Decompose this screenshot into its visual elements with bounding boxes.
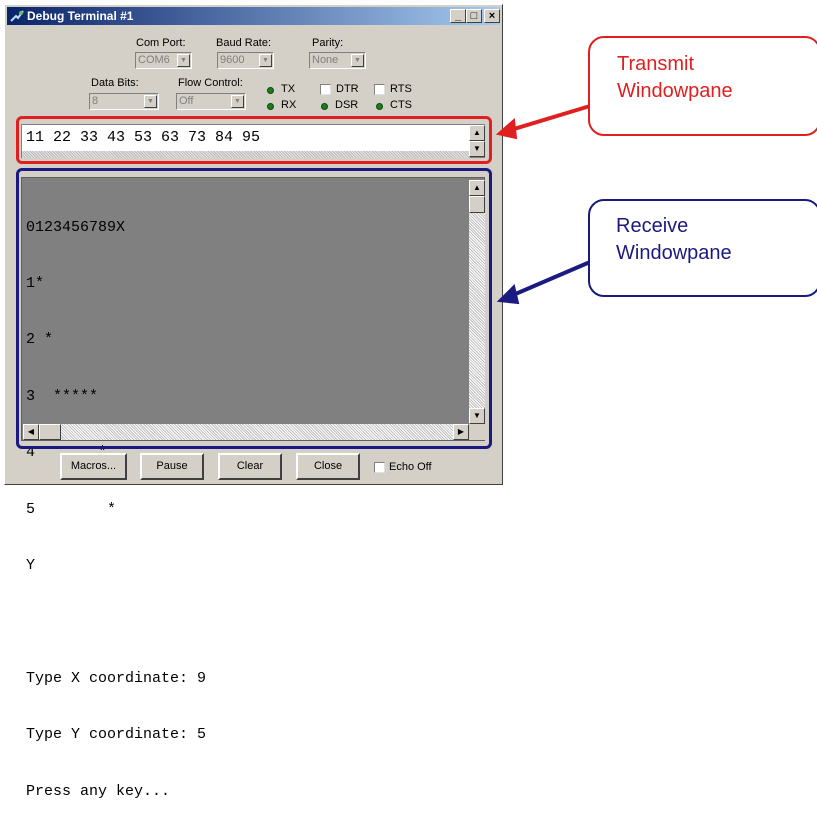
parity-select[interactable]: None ▼ [309, 52, 366, 69]
transmit-callout: Transmit Windowpane [588, 36, 817, 136]
transmit-arrow [503, 104, 591, 134]
receive-line: Y [26, 556, 36, 574]
data-bits-select[interactable]: 8 ▼ [89, 93, 159, 110]
rts-checkbox[interactable] [374, 84, 385, 95]
com-port-select[interactable]: COM6 ▼ [135, 52, 192, 69]
parity-label: Parity: [312, 37, 344, 49]
receive-callout-line2: Windowpane [616, 242, 732, 264]
close-window-button[interactable]: × [484, 9, 500, 23]
data-bits-label: Data Bits: [91, 77, 139, 89]
pause-button[interactable]: Pause [140, 453, 204, 480]
close-icon: × [488, 10, 496, 22]
chevron-down-icon[interactable]: ▼ [351, 54, 364, 67]
rx-led-icon [267, 103, 274, 110]
transmit-callout-line2: Windowpane [617, 80, 733, 102]
title-bar[interactable]: Debug Terminal #1 _ □ × [7, 7, 500, 25]
transmit-highlight [16, 116, 492, 164]
tx-led-icon [267, 87, 274, 94]
baud-rate-select[interactable]: 9600 ▼ [217, 52, 274, 69]
echo-off-label: Echo Off [389, 461, 432, 473]
flow-control-select[interactable]: Off ▼ [176, 93, 246, 110]
receive-line: 5 * [26, 500, 117, 518]
receive-callout-line1: Receive [616, 215, 689, 237]
dtr-label: DTR [336, 83, 359, 95]
baud-rate-value: 9600 [220, 54, 245, 66]
transmit-arrowhead [495, 117, 518, 140]
flow-control-value: Off [179, 95, 194, 107]
terminal-icon [10, 10, 24, 22]
minimize-icon: _ [454, 10, 462, 22]
receive-line: Press any key... [26, 782, 171, 800]
data-bits-value: 8 [92, 95, 99, 107]
clear-button[interactable]: Clear [218, 453, 282, 480]
flow-control-label: Flow Control: [178, 77, 243, 89]
cts-led-icon [376, 103, 383, 110]
rx-indicator-label: RX [281, 99, 297, 111]
cts-indicator-label: CTS [390, 99, 412, 111]
parity-value: None [312, 54, 339, 66]
chevron-down-icon[interactable]: ▼ [259, 54, 272, 67]
receive-line: Type Y coordinate: 5 [26, 726, 207, 744]
minimize-button[interactable]: _ [450, 9, 466, 23]
dsr-indicator-label: DSR [335, 99, 359, 111]
maximize-button[interactable]: □ [466, 9, 482, 23]
baud-rate-label: Baud Rate: [216, 37, 272, 49]
com-port-value: COM6 [138, 54, 170, 66]
dsr-led-icon [321, 103, 328, 110]
echo-off-checkbox[interactable] [374, 462, 385, 473]
chevron-down-icon[interactable]: ▼ [144, 95, 157, 108]
chevron-down-icon[interactable]: ▼ [231, 95, 244, 108]
transmit-callout-line1: Transmit [617, 53, 695, 75]
receive-line [26, 613, 206, 632]
receive-highlight [16, 168, 492, 449]
receive-line: Type X coordinate: 9 [26, 669, 207, 687]
window-title: Debug Terminal #1 [27, 9, 134, 23]
dtr-checkbox[interactable] [320, 84, 331, 95]
macros-button[interactable]: Macros... [60, 453, 127, 480]
receive-arrowhead [496, 284, 520, 305]
rts-label: RTS [390, 83, 412, 95]
maximize-icon: □ [470, 10, 478, 22]
receive-callout: Receive Windowpane [588, 199, 817, 297]
chevron-down-icon[interactable]: ▼ [177, 54, 190, 67]
annotation-arrows [495, 104, 591, 305]
com-port-label: Com Port: [136, 37, 186, 49]
receive-arrow [505, 260, 591, 300]
close-button[interactable]: Close [296, 453, 360, 480]
tx-indicator-label: TX [281, 83, 296, 95]
